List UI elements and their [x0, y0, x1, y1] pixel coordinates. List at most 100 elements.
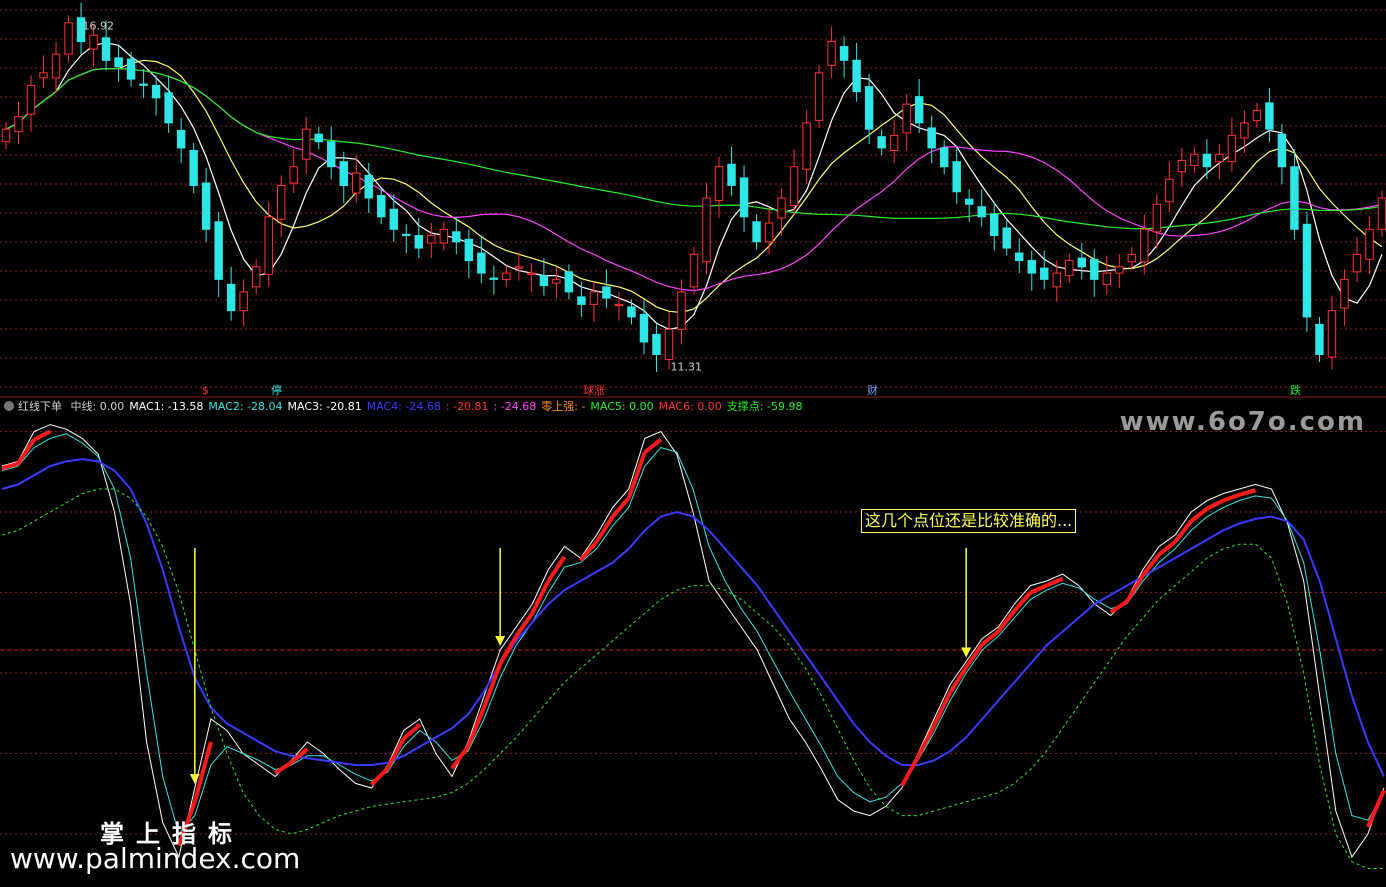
annotation-box[interactable]: 这几个点位还是比较准确的...: [861, 509, 1077, 533]
strong-segment: [1366, 789, 1386, 828]
strong-segment: [1109, 600, 1128, 614]
candle-body: [1077, 257, 1087, 268]
candle-body: [477, 252, 486, 274]
candle-body: [589, 291, 599, 305]
candle-body: [1152, 203, 1162, 233]
legend-item: 支撑点: -59.98: [726, 400, 803, 413]
indicator-legend: 红线下单 中线: 0.00 MAC1: -13.58 MAC2: -28.04 MAC…: [4, 399, 812, 415]
legend-item: : -24.68: [493, 400, 537, 413]
candle-body: [1227, 134, 1237, 163]
candle-body: [752, 221, 761, 243]
watermark-site-bottom: www.palmindex.com: [10, 842, 301, 875]
candle-body: [702, 197, 711, 263]
candle-body: [377, 194, 386, 218]
candle-body: [814, 72, 824, 121]
candle-body: [1090, 258, 1099, 280]
candle-body: [51, 53, 61, 79]
candle-body: [727, 163, 736, 186]
event-marker[interactable]: 跌: [1289, 384, 1302, 397]
strong-segment: [1125, 574, 1145, 603]
candle-body: [539, 275, 549, 287]
candle-body: [1315, 323, 1324, 355]
candle-body: [802, 122, 811, 170]
candle-body: [264, 216, 273, 275]
candle-body: [14, 116, 23, 133]
candle-body: [852, 59, 861, 93]
candle-body: [1115, 266, 1124, 274]
candle-body: [239, 291, 248, 312]
candle-body: [614, 303, 624, 307]
legend-item: MAC2: -28.04: [208, 400, 283, 413]
candle-body: [627, 306, 636, 318]
candle-body: [389, 208, 399, 230]
strong-segment: [16, 438, 36, 465]
event-marker[interactable]: $: [201, 384, 210, 397]
candle-body: [577, 296, 586, 305]
strong-segment: [466, 706, 486, 748]
candle-body: [1302, 223, 1312, 318]
candle-body: [1127, 253, 1137, 263]
event-marker[interactable]: 停: [270, 384, 283, 397]
candle-body: [952, 161, 961, 193]
candle-body: [1290, 166, 1299, 230]
candle-body: [739, 177, 749, 218]
candle-body: [1165, 178, 1174, 203]
candle-body: [1065, 260, 1074, 277]
candle-body: [1277, 133, 1287, 168]
candle-body: [902, 103, 911, 134]
strong-segment: [33, 429, 52, 442]
strong-segment: [370, 767, 390, 786]
legend-item: 零上强: -: [541, 400, 586, 413]
candle-body: [1215, 153, 1224, 163]
candle-body: [689, 253, 699, 288]
candle-body: [139, 83, 148, 86]
candle-body: [1040, 267, 1049, 280]
candle-body: [914, 96, 924, 124]
candle-body: [677, 291, 686, 330]
indicator-line-mac2: [1, 433, 1385, 836]
candle-body: [352, 172, 361, 194]
candle-body: [151, 84, 161, 99]
candle-body: [189, 149, 198, 186]
collapse-icon[interactable]: [4, 401, 14, 411]
chart-canvas: 16.92 11.31: [0, 2, 1386, 869]
candle-body: [652, 333, 661, 355]
candle-body: [339, 161, 348, 186]
candle-body: [1377, 197, 1386, 230]
candle-body: [864, 86, 874, 130]
candle-body: [176, 129, 186, 149]
candle-body: [26, 84, 36, 115]
candle-body: [89, 34, 98, 50]
event-marker[interactable]: 球涨: [582, 384, 606, 397]
candle-body: [839, 46, 849, 61]
candle-body: [1027, 260, 1036, 274]
candle-body: [327, 141, 336, 168]
candle-body: [1190, 153, 1199, 166]
candle-body: [714, 166, 724, 202]
candle-body: [564, 271, 574, 293]
candle-body: [1352, 253, 1362, 273]
candle-body: [989, 213, 999, 237]
candle-body: [964, 198, 974, 205]
candle-body: [464, 238, 474, 262]
candle-body: [927, 127, 936, 149]
legend-item: : -20.81: [445, 400, 489, 413]
candle-body: [1052, 272, 1061, 288]
candle-body: [251, 266, 261, 288]
candle-body: [452, 231, 461, 243]
event-marker[interactable]: 财: [866, 384, 879, 397]
candle-body: [1252, 109, 1262, 121]
candlesticks: [1, 2, 1386, 372]
candle-body: [276, 184, 286, 220]
strong-segment: [948, 666, 968, 694]
candle-body: [939, 147, 949, 168]
candle-body: [289, 166, 298, 184]
watermark-site-top: www.6o7o.com: [1119, 407, 1366, 437]
ma-line-ma60: [5, 67, 1383, 230]
strong-segment: [274, 761, 293, 775]
candle-body: [364, 174, 373, 199]
strong-segment: [1222, 492, 1241, 503]
strong-segment: [1238, 488, 1256, 497]
strong-segment: [546, 555, 567, 583]
candle-body: [114, 57, 123, 68]
